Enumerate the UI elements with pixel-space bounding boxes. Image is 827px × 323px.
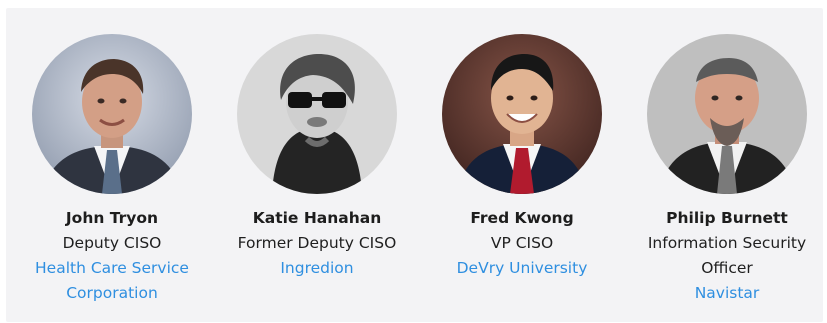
speaker-company-link[interactable]: Health Care Service Corporation: [10, 256, 214, 306]
person-photo-icon: [237, 34, 397, 194]
speaker-company-link[interactable]: Navistar: [625, 281, 827, 306]
speaker-company-link[interactable]: Ingredion: [215, 256, 419, 281]
speaker-photo: [237, 34, 397, 194]
speaker-name: Fred Kwong: [470, 209, 574, 227]
speaker-title: Former Deputy CISO: [237, 234, 397, 252]
speaker-name: Katie Hanahan: [252, 209, 382, 227]
speaker-info: Philip Burnett Information Security Offi…: [625, 206, 827, 306]
speaker-photo: [32, 34, 192, 194]
speaker-title: Deputy CISO: [62, 234, 162, 252]
speaker-title: VP CISO: [490, 234, 554, 252]
person-photo-icon: [442, 34, 602, 194]
speaker-info: Fred Kwong VP CISO DeVry University: [420, 206, 624, 281]
speaker-info: Katie Hanahan Former Deputy CISO Ingredi…: [215, 206, 419, 281]
speaker-name: Philip Burnett: [666, 209, 788, 227]
person-photo-icon: [647, 34, 807, 194]
speaker-title: Information Security Officer: [647, 234, 807, 277]
speaker-info: John Tryon Deputy CISO Health Care Servi…: [10, 206, 214, 306]
speaker-photo: [647, 34, 807, 194]
person-photo-icon: [32, 34, 192, 194]
speaker-company-link[interactable]: DeVry University: [420, 256, 624, 281]
speaker-photo: [442, 34, 602, 194]
speaker-panel: John Tryon Deputy CISO Health Care Servi…: [6, 8, 823, 322]
speaker-name: John Tryon: [65, 209, 159, 227]
